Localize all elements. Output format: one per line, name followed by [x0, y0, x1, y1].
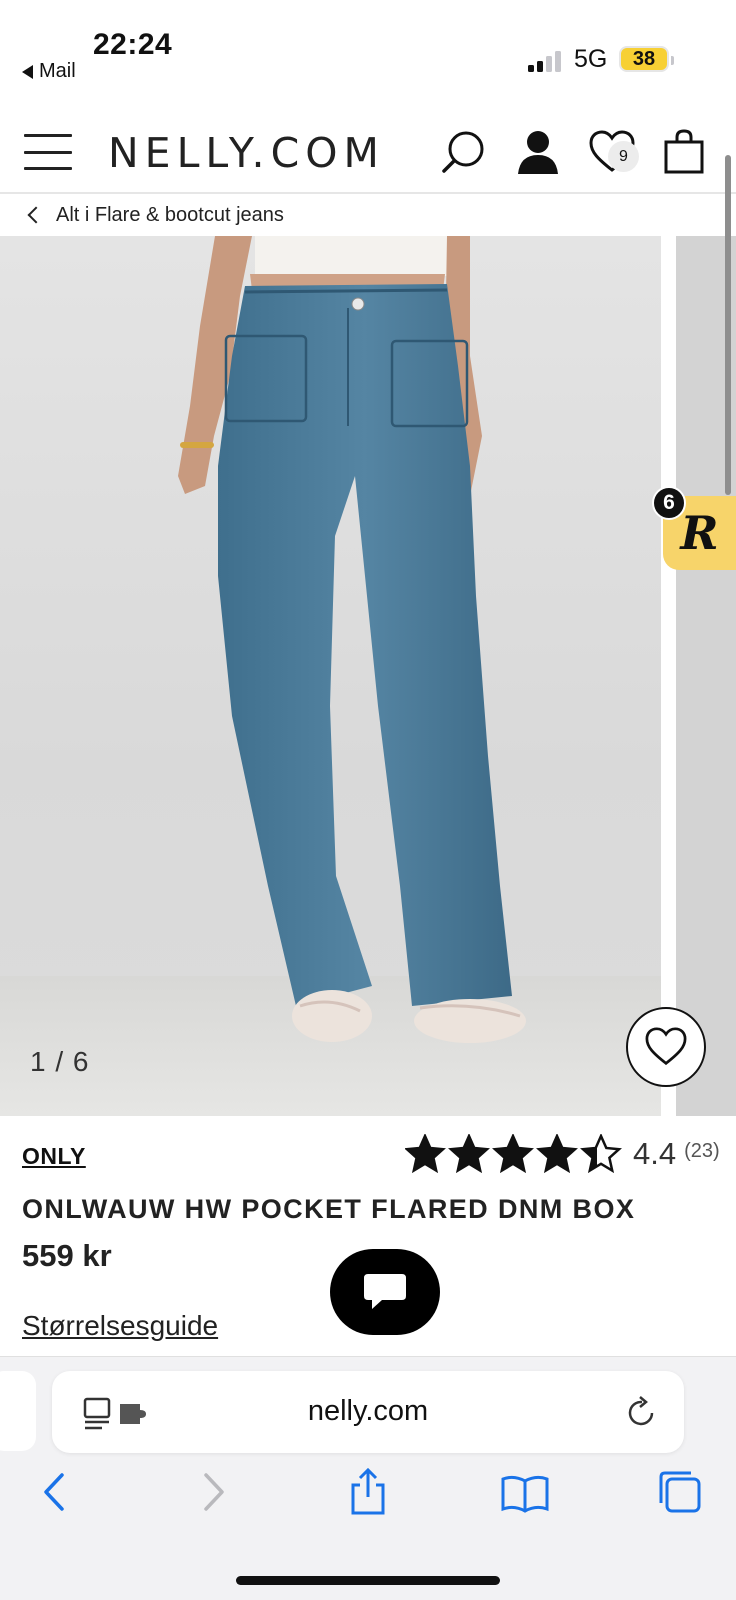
back-app-label: Mail: [39, 60, 76, 82]
star-rating-icon: [405, 1134, 622, 1174]
heart-outline-icon: [645, 1027, 687, 1066]
size-guide-link[interactable]: Størrelsesguide: [22, 1310, 218, 1342]
rating-summary[interactable]: 4.4 (23): [405, 1134, 720, 1174]
product-photo[interactable]: [0, 236, 661, 1116]
share-icon[interactable]: [343, 1467, 393, 1517]
chat-icon: [364, 1274, 406, 1309]
chevron-left-icon: [27, 206, 45, 224]
bag-icon[interactable]: [660, 128, 708, 176]
image-counter: 1 / 6: [30, 1046, 90, 1077]
status-bar: 22:24 Mail 5G 38: [0, 0, 736, 100]
breadcrumb-label: Alt i Flare & bootcut jeans: [56, 203, 284, 226]
rating-star: [536, 1134, 578, 1174]
book-icon[interactable]: [500, 1467, 550, 1517]
rating-star: [405, 1134, 446, 1174]
product-title: ONLWAUW HW POCKET FLARED DNM BOX: [22, 1194, 636, 1224]
forward-arrow-icon[interactable]: [188, 1467, 238, 1517]
rating-star: [448, 1134, 490, 1174]
product-image-gallery[interactable]: 1 / 6: [0, 236, 736, 1116]
previous-tab-peek[interactable]: [0, 1371, 36, 1451]
address-bar[interactable]: nelly.com: [52, 1371, 684, 1453]
tabs-icon[interactable]: [655, 1467, 705, 1517]
review-count: (23): [684, 1139, 720, 1162]
wishlist-count-badge: 9: [608, 141, 639, 172]
rating-star: [492, 1134, 534, 1174]
breadcrumb[interactable]: Alt i Flare & bootcut jeans: [24, 194, 284, 236]
cellular-signal-icon: [528, 50, 561, 72]
site-logo[interactable]: NELLY.COM: [108, 129, 385, 177]
home-indicator[interactable]: [236, 1576, 500, 1585]
battery-indicator: 38: [619, 46, 674, 72]
back-arrow-icon[interactable]: [30, 1467, 80, 1517]
status-time: 22:24: [93, 28, 173, 61]
rating-star: [580, 1134, 622, 1174]
url-text: nelly.com: [307, 1395, 429, 1427]
network-type: 5G: [574, 45, 608, 73]
rewards-count-badge: 6: [652, 486, 686, 520]
reload-icon[interactable]: [626, 1395, 658, 1429]
product-price: 559 kr: [22, 1238, 112, 1273]
browser-bottom-bar: nelly.com: [0, 1356, 736, 1600]
add-to-wishlist-button[interactable]: [626, 1007, 706, 1087]
person-icon[interactable]: [514, 128, 562, 176]
back-triangle-icon: [22, 64, 33, 79]
rewards-logo-icon: R: [680, 506, 719, 560]
back-to-mail-link[interactable]: Mail: [22, 60, 76, 83]
hamburger-icon[interactable]: [24, 134, 72, 170]
jeans-model-illustration: [0, 236, 661, 1116]
chat-button[interactable]: [330, 1249, 440, 1335]
brand-link[interactable]: ONLY: [22, 1143, 86, 1170]
search-icon[interactable]: [440, 128, 488, 176]
page-scrollbar[interactable]: [725, 155, 731, 495]
rating-value: 4.4: [633, 1136, 677, 1171]
site-header: NELLY.COM 9: [0, 110, 736, 194]
